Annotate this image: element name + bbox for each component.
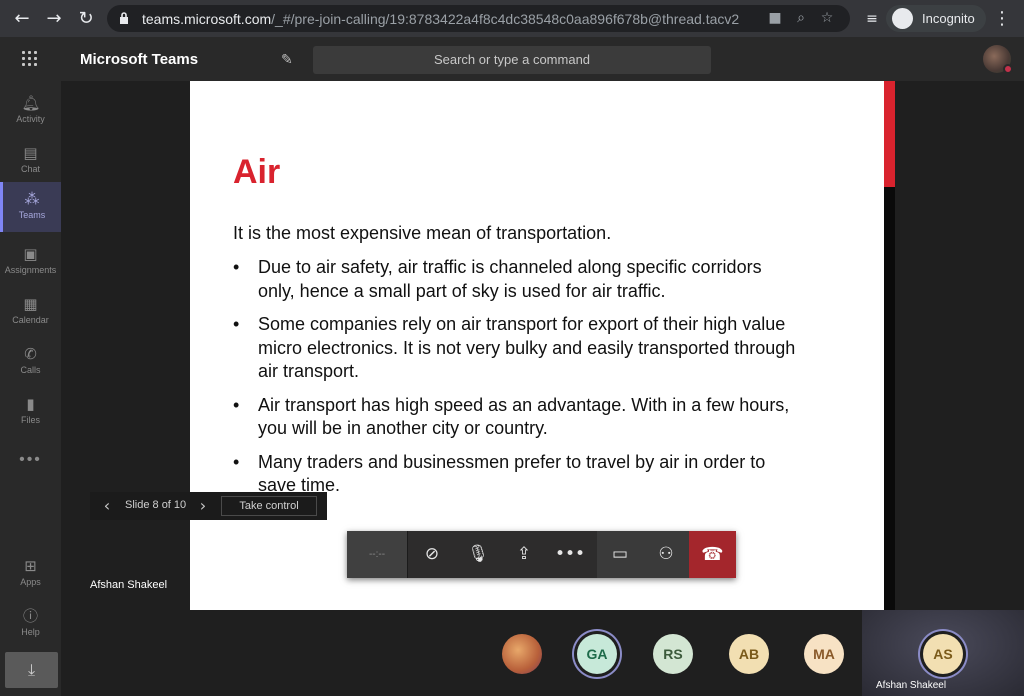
lock-icon	[120, 12, 128, 24]
rail-item-calendar[interactable]: ▦ Calendar	[0, 287, 61, 337]
more-options-icon[interactable]: •••	[547, 531, 593, 578]
chevron-left-icon[interactable]: ‹	[97, 496, 117, 516]
participants-icon[interactable]: ⚇	[643, 531, 689, 578]
download-icon[interactable]: ⤓	[5, 652, 58, 688]
avatar[interactable]: AB	[729, 634, 769, 674]
rail-item-files[interactable]: ▮ Files	[0, 387, 61, 437]
reload-icon[interactable]: ↻	[74, 7, 98, 31]
rail-item-activity[interactable]: 🔔︎ Activity	[0, 86, 61, 136]
list-item: Many traders and businessmen prefer to t…	[233, 451, 803, 496]
incognito-label: Incognito	[922, 11, 975, 26]
camera-icon[interactable]: ■	[762, 10, 788, 26]
back-icon[interactable]: ←	[10, 7, 34, 31]
slide-bullets: Due to air safety, air traffic is channe…	[233, 256, 803, 495]
slide-content: Air It is the most expensive mean of tra…	[190, 81, 884, 495]
help-icon: ⓘ	[22, 607, 38, 625]
phone-icon: ✆	[24, 345, 37, 363]
zoom-icon[interactable]: ⌕	[788, 10, 814, 26]
forward-icon[interactable]: →	[42, 7, 66, 31]
calendar-icon: ▦	[23, 295, 38, 313]
url-text: teams.microsoft.com/_#/pre-join-calling/…	[142, 11, 740, 27]
assignments-icon: ▣	[23, 245, 38, 263]
media-icon[interactable]: ≡	[860, 7, 884, 31]
rail-item-help[interactable]: ⓘ Help	[0, 599, 61, 649]
rail-item-calls[interactable]: ✆ Calls	[0, 337, 61, 387]
avatar[interactable]: MA	[804, 634, 844, 674]
call-timer: --:--	[347, 531, 408, 578]
bell-icon: 🔔︎	[21, 94, 41, 112]
list-item: Some companies rely on air transport for…	[233, 313, 803, 384]
teams-icon: ⁂	[24, 190, 40, 208]
call-controls: --:-- ⊘ 🎙︎ ⇪ ••• ▭ ⚇ ☎	[347, 531, 736, 578]
app-launcher-icon[interactable]	[22, 51, 38, 67]
avatar[interactable]: GA	[577, 634, 617, 674]
browser-toolbar: ← → ↻ teams.microsoft.com/_#/pre-join-ca…	[0, 0, 1024, 37]
self-name: Afshan Shakeel	[876, 680, 947, 691]
incognito-icon	[892, 8, 913, 29]
take-control-button[interactable]: Take control	[221, 496, 317, 516]
avatar[interactable]	[983, 45, 1013, 74]
app-bar: 🔔︎ Activity ▤ Chat ⁂ Teams ▣ Assignments…	[0, 81, 61, 696]
avatar[interactable]	[502, 634, 542, 674]
slide-title: Air	[233, 153, 281, 191]
mic-off-icon[interactable]: 🎙︎	[455, 531, 501, 578]
presenter-name: Afshan Shakeel	[90, 579, 168, 591]
rail-item-assignments[interactable]: ▣ Assignments	[0, 237, 61, 287]
rail-item-teams[interactable]: ⁂ Teams	[0, 182, 61, 232]
share-icon[interactable]: ⇪	[501, 531, 547, 578]
file-icon: ▮	[26, 395, 35, 413]
star-icon[interactable]: ☆	[814, 10, 840, 26]
hang-up-button[interactable]: ☎	[689, 531, 736, 578]
slide-navigator: ‹ Slide 8 of 10 › Take control	[90, 492, 327, 520]
slide-scroll-thumb[interactable]	[884, 81, 895, 187]
incognito-badge[interactable]: Incognito	[886, 5, 986, 32]
avatar[interactable]: AS	[923, 634, 963, 674]
more-apps-icon[interactable]: •••	[0, 451, 61, 469]
apps-icon: ⊞	[24, 557, 37, 575]
rail-item-apps[interactable]: ⊞ Apps	[0, 549, 61, 599]
new-chat-icon[interactable]: ✎	[281, 52, 293, 68]
address-bar[interactable]: teams.microsoft.com/_#/pre-join-calling/…	[107, 5, 850, 32]
app-title: Microsoft Teams	[80, 51, 199, 68]
avatar[interactable]: RS	[653, 634, 693, 674]
slide-intro: It is the most expensive mean of transpo…	[233, 223, 612, 243]
camera-off-icon[interactable]: ⊘	[409, 531, 455, 578]
chat-toggle-icon[interactable]: ▭	[597, 531, 643, 578]
slide-counter: Slide 8 of 10	[125, 499, 187, 511]
teams-header: Microsoft Teams ✎ Search or type a comma…	[0, 37, 1024, 81]
list-item: Due to air safety, air traffic is channe…	[233, 256, 803, 303]
menu-icon[interactable]: ⋮	[990, 7, 1014, 31]
list-item: Air transport has high speed as an advan…	[233, 394, 803, 441]
rail-item-chat[interactable]: ▤ Chat	[0, 136, 61, 186]
search-input[interactable]: Search or type a command	[313, 46, 711, 74]
chevron-right-icon[interactable]: ›	[193, 496, 213, 516]
presence-badge	[1003, 64, 1013, 74]
chat-icon: ▤	[23, 144, 38, 162]
